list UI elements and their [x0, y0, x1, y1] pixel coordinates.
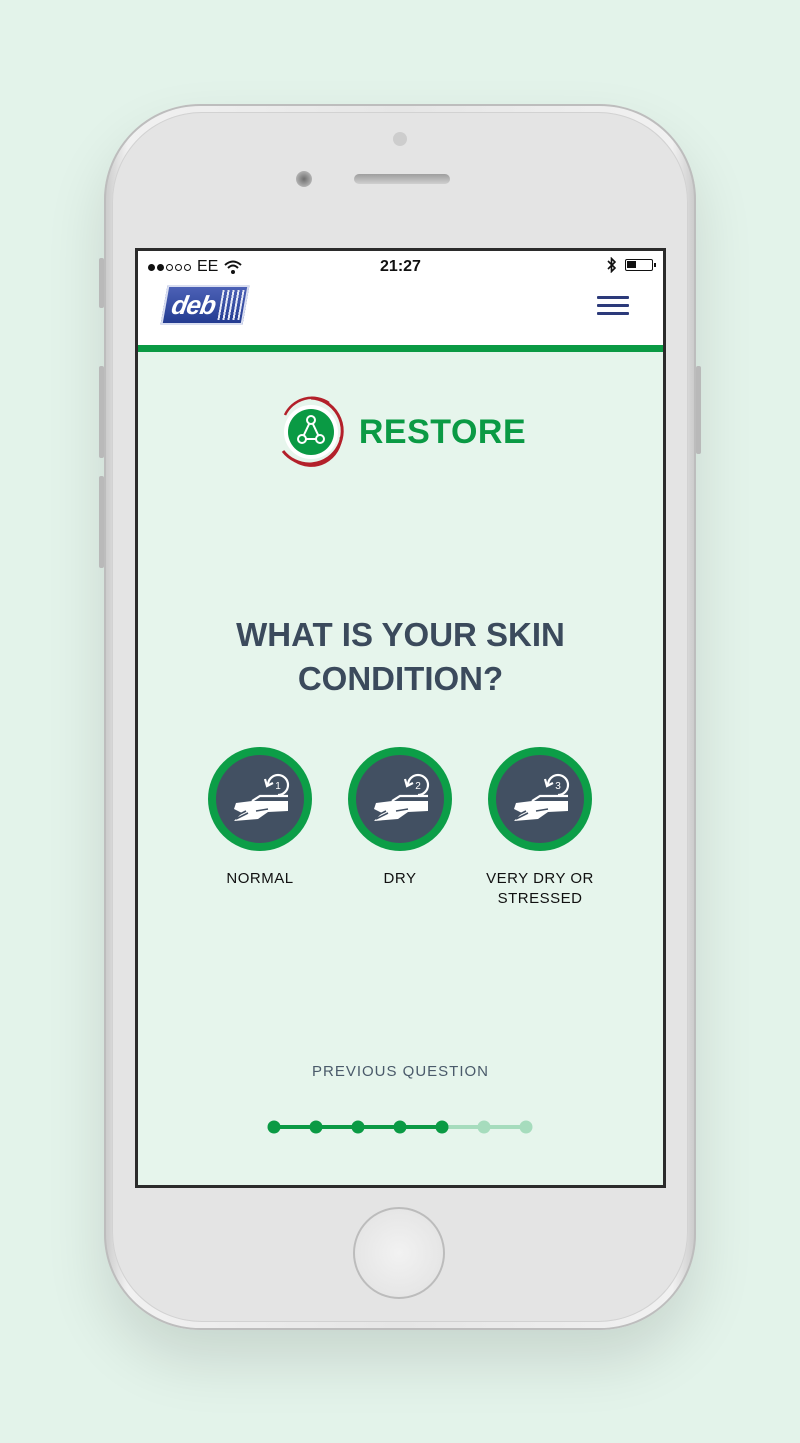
hamburger-menu-icon[interactable]	[597, 296, 629, 316]
proximity-sensor	[393, 132, 407, 146]
mute-switch	[99, 258, 104, 308]
option-circle: 3	[488, 747, 592, 851]
option-label-line-2: STRESSED	[497, 890, 583, 907]
logo-stripes	[217, 290, 245, 320]
progress-step-dot	[435, 1120, 449, 1134]
volume-up-button	[99, 366, 104, 458]
progress-indicator	[267, 1120, 533, 1134]
question-heading: WHAT IS YOUR SKIN CONDITION?	[178, 613, 623, 701]
volume-down-button	[99, 476, 104, 568]
hand-care-icon: 2	[374, 773, 430, 821]
option-very-dry-or-stressed[interactable]: 3 VERY DRY OR STRESSED	[470, 747, 610, 909]
logo-text: deb	[169, 289, 218, 320]
question-line-2: CONDITION?	[297, 660, 504, 697]
brand-title: RESTORE	[358, 412, 527, 451]
option-label: NORMAL	[226, 870, 294, 887]
option-circle: 2	[348, 747, 452, 851]
deb-logo[interactable]: deb	[160, 285, 250, 325]
option-dry[interactable]: 2 DRY	[330, 747, 470, 889]
status-bar: EE 21:27	[138, 251, 663, 281]
app-display: EE 21:27 deb RESTORE WHAT IS YOUR SKIN C…	[138, 251, 663, 1185]
option-normal[interactable]: 1 NORMAL	[190, 747, 330, 889]
power-button	[696, 366, 701, 454]
brand-header: RESTORE	[138, 395, 663, 469]
status-time: 21:27	[380, 258, 421, 275]
progress-step-dot	[267, 1120, 281, 1134]
battery-icon	[625, 259, 656, 271]
progress-step-dot	[351, 1120, 365, 1134]
level-number: 3	[555, 781, 561, 792]
progress-step-dot	[393, 1120, 407, 1134]
progress-step-dot	[519, 1120, 533, 1134]
restore-triangle-icon	[281, 396, 344, 467]
app-header: deb	[138, 281, 663, 352]
progress-step-dot	[309, 1120, 323, 1134]
question-line-1: WHAT IS YOUR SKIN	[236, 616, 565, 653]
battery-level	[627, 261, 636, 268]
earpiece-speaker	[354, 174, 450, 184]
home-button[interactable]	[353, 1207, 445, 1299]
option-label-line-1: VERY DRY OR	[486, 870, 594, 887]
hand-care-icon: 3	[514, 773, 570, 821]
option-circle: 1	[208, 747, 312, 851]
level-number: 1	[275, 781, 281, 792]
option-label: VERY DRY OR STRESSED	[470, 869, 610, 909]
hand-care-icon: 1	[234, 773, 290, 821]
front-camera	[296, 171, 312, 187]
previous-question-link[interactable]: PREVIOUS QUESTION	[138, 1063, 663, 1080]
option-label: DRY	[383, 870, 417, 887]
progress-step-dot	[477, 1120, 491, 1134]
screen: EE 21:27 deb RESTORE WHAT IS YOUR SKIN C…	[135, 248, 666, 1188]
status-right	[607, 257, 656, 273]
level-number: 2	[415, 781, 421, 792]
bluetooth-icon	[607, 257, 617, 273]
